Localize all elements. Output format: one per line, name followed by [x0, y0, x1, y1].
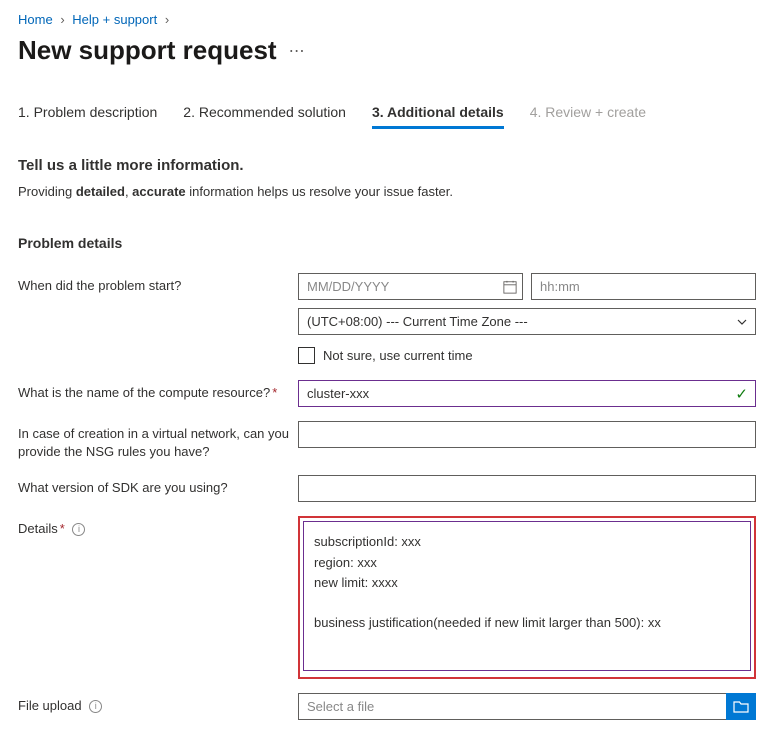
file-label: File upload i: [18, 693, 298, 715]
time-input[interactable]: [531, 273, 756, 300]
nsg-label: In case of creation in a virtual network…: [18, 421, 298, 461]
tab-review-create: 4. Review + create: [530, 104, 646, 129]
notsure-checkbox[interactable]: [298, 347, 315, 364]
breadcrumb-home[interactable]: Home: [18, 12, 53, 27]
tab-additional-details[interactable]: 3. Additional details: [372, 104, 504, 129]
details-label: Details* i: [18, 516, 298, 538]
section-subtitle: Providing detailed, accurate information…: [18, 184, 756, 199]
sdk-input[interactable]: [298, 475, 756, 502]
tab-recommended-solution[interactable]: 2. Recommended solution: [183, 104, 346, 129]
check-icon: ✓: [735, 385, 748, 403]
chevron-right-icon: ›: [165, 12, 169, 27]
breadcrumb-help[interactable]: Help + support: [72, 12, 157, 27]
breadcrumb: Home › Help + support ›: [18, 12, 756, 27]
timezone-select[interactable]: (UTC+08:00) --- Current Time Zone ---: [298, 308, 756, 335]
sdk-label: What version of SDK are you using?: [18, 475, 298, 497]
tab-problem-description[interactable]: 1. Problem description: [18, 104, 157, 129]
details-textarea[interactable]: [303, 521, 751, 671]
notsure-label: Not sure, use current time: [323, 348, 473, 363]
when-label: When did the problem start?: [18, 273, 298, 295]
nsg-input[interactable]: [298, 421, 756, 448]
chevron-right-icon: ›: [60, 12, 64, 27]
file-browse-button[interactable]: [726, 693, 756, 720]
page-title: New support request: [18, 35, 277, 66]
calendar-icon[interactable]: [503, 280, 517, 294]
section-title: Tell us a little more information.: [18, 157, 756, 174]
date-input[interactable]: [298, 273, 523, 300]
compute-label: What is the name of the compute resource…: [18, 380, 298, 402]
compute-input[interactable]: [298, 380, 756, 407]
folder-icon: [733, 700, 749, 714]
problem-details-heading: Problem details: [18, 235, 756, 251]
file-input[interactable]: [298, 693, 726, 720]
required-indicator: *: [272, 385, 277, 400]
info-icon[interactable]: i: [72, 523, 85, 536]
info-icon[interactable]: i: [89, 700, 102, 713]
details-highlight-box: [298, 516, 756, 679]
tabs: 1. Problem description 2. Recommended so…: [18, 104, 756, 129]
more-icon[interactable]: ⋯: [289, 41, 305, 61]
required-indicator: *: [60, 521, 65, 536]
